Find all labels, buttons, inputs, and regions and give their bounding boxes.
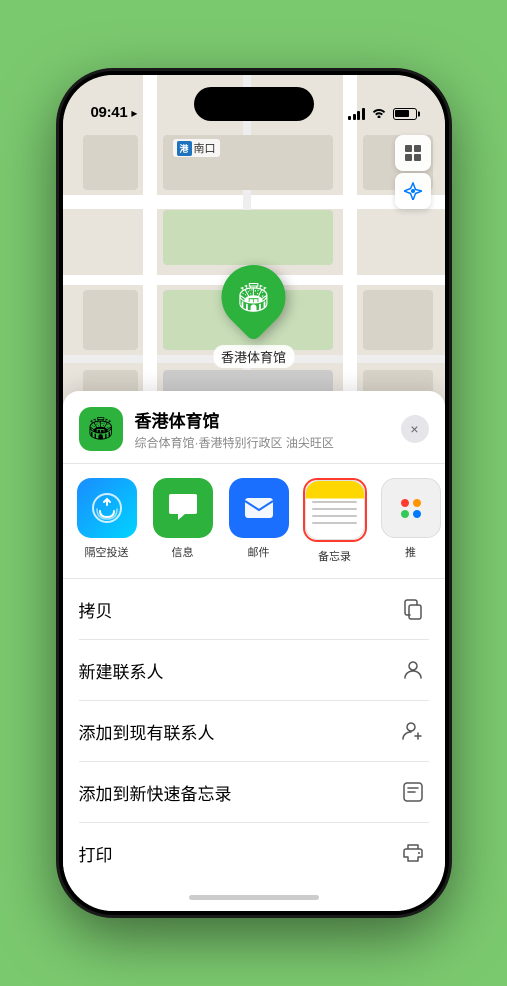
action-print[interactable]: 打印: [79, 823, 429, 883]
copy-icon: [397, 593, 429, 625]
notes-lines: [312, 501, 356, 524]
print-label: 打印: [79, 841, 113, 866]
battery-icon: [393, 108, 417, 120]
venue-name: 香港体育馆: [135, 407, 401, 432]
dynamic-island: [194, 87, 314, 121]
phone-screen: 09:41 ▸: [63, 75, 445, 911]
stadium-icon: 🏟: [236, 281, 272, 314]
pin-label: 香港体育馆: [213, 345, 294, 368]
action-new-contact[interactable]: 新建联系人: [79, 640, 429, 701]
messages-icon: [153, 478, 213, 538]
venue-icon: 🏟: [79, 407, 123, 451]
action-quick-note[interactable]: 添加到新快速备忘录: [79, 762, 429, 823]
map-layers-button[interactable]: [395, 135, 431, 171]
mail-icon: [229, 478, 289, 538]
more-icon: [381, 478, 441, 538]
map-label-south-entrance: 港 南口: [173, 139, 220, 157]
airdrop-icon: [77, 478, 137, 538]
share-app-notes[interactable]: 备忘录: [303, 478, 367, 564]
notes-selected-border: [303, 478, 367, 542]
location-info: 香港体育馆 综合体育馆·香港特别行政区 油尖旺区: [135, 407, 401, 451]
notes-icon: [305, 480, 365, 540]
share-app-mail[interactable]: 邮件: [227, 478, 291, 564]
location-button[interactable]: [395, 173, 431, 209]
action-list: 拷贝 新建联系人 添加到现有联系人: [63, 579, 445, 883]
mail-label: 邮件: [248, 544, 270, 560]
copy-label: 拷贝: [79, 597, 113, 622]
add-contact-icon: [397, 715, 429, 747]
new-contact-icon: [397, 654, 429, 686]
print-icon: [397, 837, 429, 869]
messages-label: 信息: [172, 544, 194, 560]
phone-frame: 09:41 ▸: [59, 71, 449, 915]
share-apps-row: 隔空投送 信息 邮件: [63, 464, 445, 579]
map-controls: [395, 135, 431, 209]
action-copy[interactable]: 拷贝: [79, 579, 429, 640]
more-label: 推: [405, 544, 416, 560]
wifi-icon: [371, 106, 387, 121]
pin-bubble: 🏟: [208, 252, 299, 343]
share-app-messages[interactable]: 信息: [151, 478, 215, 564]
home-bar: [189, 895, 319, 900]
action-add-contact[interactable]: 添加到现有联系人: [79, 701, 429, 762]
airdrop-label: 隔空投送: [85, 544, 129, 560]
new-contact-label: 新建联系人: [79, 658, 164, 683]
quick-note-icon: [397, 776, 429, 808]
share-app-airdrop[interactable]: 隔空投送: [75, 478, 139, 564]
home-indicator: [63, 883, 445, 911]
location-header: 🏟 香港体育馆 综合体育馆·香港特别行政区 油尖旺区 ×: [63, 391, 445, 464]
status-time: 09:41: [91, 104, 128, 121]
notes-label: 备忘录: [318, 548, 351, 564]
stadium-pin: 🏟 香港体育馆: [213, 265, 294, 368]
close-button[interactable]: ×: [401, 415, 429, 443]
location-arrow-icon: ▸: [131, 106, 137, 120]
subway-badge: 港: [177, 141, 192, 156]
venue-subtitle: 综合体育馆·香港特别行政区 油尖旺区: [135, 434, 401, 451]
share-app-more[interactable]: 推: [379, 478, 443, 564]
quick-note-label: 添加到新快速备忘录: [79, 780, 232, 805]
status-icons: [348, 106, 417, 121]
add-contact-label: 添加到现有联系人: [79, 719, 215, 744]
bottom-sheet: 🏟 香港体育馆 综合体育馆·香港特别行政区 油尖旺区 × 隔空投送: [63, 391, 445, 911]
signal-icon: [348, 108, 365, 120]
